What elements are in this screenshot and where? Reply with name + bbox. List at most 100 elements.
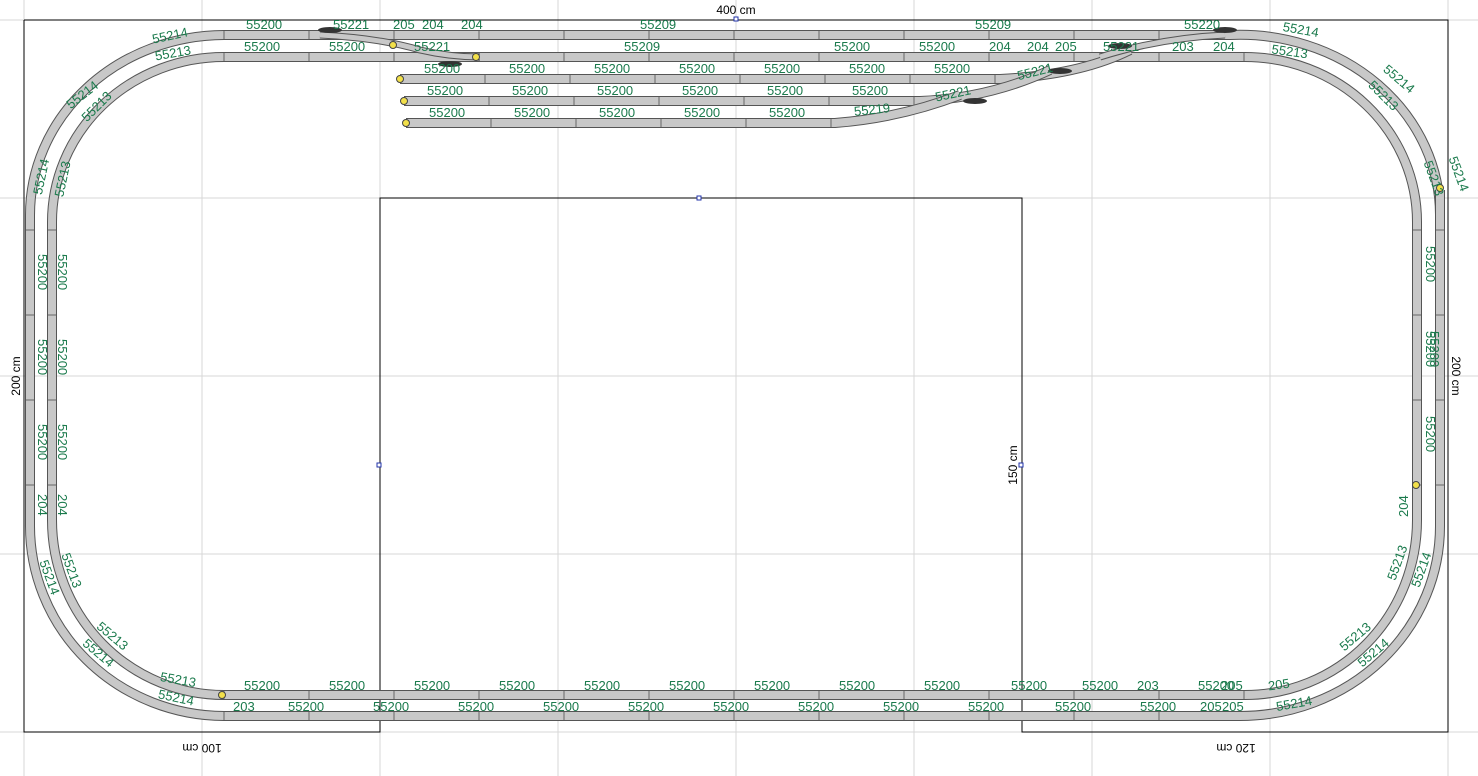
part-label: 55200 [599, 105, 635, 120]
part-label: 55221 [333, 17, 369, 32]
part-label: 205 [1267, 676, 1291, 694]
part-label: 55209 [975, 17, 1011, 32]
part-label: 55200 [1082, 678, 1118, 693]
part-label: 55200 [458, 699, 494, 714]
part-label: 55200 [594, 61, 630, 76]
end-marker [1412, 481, 1420, 489]
part-label: 55221 [1103, 39, 1139, 54]
part-label: 55200 [883, 699, 919, 714]
part-label: 55200 [35, 254, 50, 290]
end-marker [402, 119, 410, 127]
track-pieces [24, 29, 1446, 721]
part-label: 55200 [764, 61, 800, 76]
dim-bottom-left: 100 cm [182, 741, 221, 755]
end-marker [400, 97, 408, 105]
outer-loop-track [24, 29, 1446, 721]
part-label: 55200 [798, 699, 834, 714]
turnout-marker [963, 98, 987, 104]
part-label: 55220 [1184, 17, 1220, 32]
part-label: 55209 [624, 39, 660, 54]
part-label: 204 [989, 39, 1011, 54]
grid-lines [0, 0, 1478, 776]
part-label: 203 [233, 699, 255, 714]
part-label: 55200 [1427, 331, 1442, 367]
part-label: 55200 [754, 678, 790, 693]
part-label: 55200 [427, 83, 463, 98]
part-label: 55200 [499, 678, 535, 693]
part-label: 55214 [1446, 154, 1472, 193]
part-label: 204 [55, 494, 70, 516]
part-label: 55200 [1011, 678, 1047, 693]
part-label: 55200 [669, 678, 705, 693]
part-label: 55200 [424, 61, 460, 76]
dim-bottom-right: 120 cm [1216, 741, 1255, 755]
part-label: 55200 [246, 17, 282, 32]
part-label: 55200 [414, 678, 450, 693]
part-label: 55200 [244, 678, 280, 693]
part-label: 204 [1213, 39, 1235, 54]
part-label: 55200 [35, 339, 50, 375]
part-label: 55200 [288, 699, 324, 714]
part-label: 55200 [509, 61, 545, 76]
part-label: 205 [393, 17, 415, 32]
part-label: 204 [461, 17, 483, 32]
part-label: 205 [1055, 39, 1077, 54]
part-label: 55200 [373, 699, 409, 714]
end-marker [389, 41, 397, 49]
end-markers [218, 41, 1444, 699]
part-label: 55200 [839, 678, 875, 693]
dim-left: 200 cm [9, 356, 23, 395]
part-label: 55200 [329, 39, 365, 54]
part-label: 55200 [55, 339, 70, 375]
end-marker [396, 75, 404, 83]
part-label: 55200 [55, 424, 70, 460]
part-label: 55200 [1423, 246, 1438, 282]
part-label: 204 [1027, 39, 1049, 54]
part-label: 55200 [713, 699, 749, 714]
part-label: 55200 [919, 39, 955, 54]
part-label: 55200 [968, 699, 1004, 714]
part-label: 55200 [769, 105, 805, 120]
part-label: 55200 [597, 83, 633, 98]
part-label: 55200 [682, 83, 718, 98]
part-label: 55200 [543, 699, 579, 714]
part-label: 55200 [834, 39, 870, 54]
part-label: 55200 [1055, 699, 1091, 714]
part-label: 205 [1221, 678, 1243, 693]
part-label: 55200 [35, 424, 50, 460]
part-label: 55200 [1140, 699, 1176, 714]
part-label: 55200 [684, 105, 720, 120]
part-label: 205 [1222, 699, 1244, 714]
part-label: 55200 [512, 83, 548, 98]
part-label: 55213 [1421, 159, 1447, 198]
dim-right: 200 cm [1449, 356, 1463, 395]
part-label: 55200 [679, 61, 715, 76]
part-label: 55200 [329, 678, 365, 693]
part-label: 204 [1396, 495, 1411, 517]
part-label: 203 [1137, 678, 1159, 693]
part-label: 55200 [934, 61, 970, 76]
part-label: 55200 [244, 39, 280, 54]
part-label: 204 [35, 494, 50, 516]
part-label: 55200 [767, 83, 803, 98]
track-layout-canvas: 400 cm 200 cm 200 cm 150 cm 100 cm 120 c… [0, 0, 1478, 776]
part-label: 55200 [852, 83, 888, 98]
part-label: 55209 [640, 17, 676, 32]
part-label: 55200 [628, 699, 664, 714]
dim-top: 400 cm [716, 3, 755, 17]
part-label: 55200 [1423, 416, 1438, 452]
part-label: 204 [422, 17, 444, 32]
part-label: 55200 [55, 254, 70, 290]
part-label: 205 [1200, 699, 1222, 714]
end-marker [218, 691, 226, 699]
part-label: 55221 [414, 39, 450, 54]
part-label: 55200 [924, 678, 960, 693]
part-label: 203 [1172, 39, 1194, 54]
part-label: 55200 [514, 105, 550, 120]
part-label: 55200 [429, 105, 465, 120]
part-label: 55213 [51, 160, 73, 198]
part-label: 55200 [849, 61, 885, 76]
dim-inner: 150 cm [1006, 445, 1020, 484]
end-marker [472, 53, 480, 61]
part-label: 55200 [584, 678, 620, 693]
